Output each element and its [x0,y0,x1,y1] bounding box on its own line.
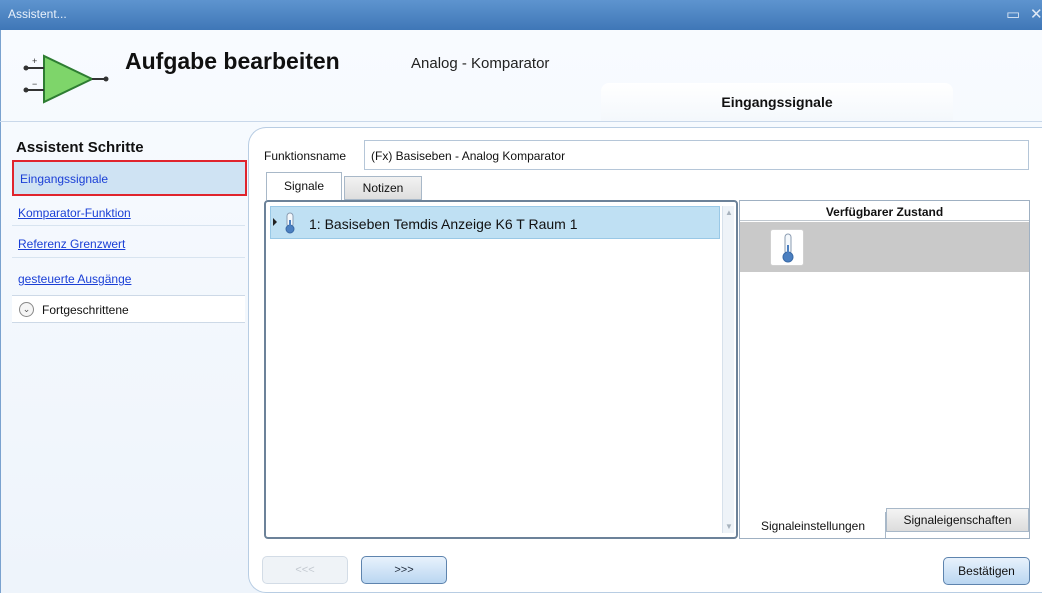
sidebar-item-eingangssignale[interactable]: Eingangssignale [12,160,247,196]
thermometer-icon [782,233,794,263]
confirm-button[interactable]: Bestätigen [943,557,1030,585]
scroll-up-icon[interactable]: ▲ [725,208,733,217]
close-icon[interactable]: ✕ [1030,7,1042,22]
tab-signale[interactable]: Signale [266,172,342,200]
tab-signaleigenschaften[interactable]: Signaleigenschaften [886,508,1029,532]
page-title: Aufgabe bearbeiten [125,48,340,74]
function-name-input[interactable]: (Fx) Basiseben - Analog Komparator [364,140,1029,170]
page-subtitle: Analog - Komparator [411,55,550,72]
sidebar-heading: Assistent Schritte [16,139,144,156]
list-item[interactable]: 1: Basiseben Temdis Anzeige K6 T Raum 1 [270,206,720,239]
tab-notizen[interactable]: Notizen [344,176,422,200]
available-state-panel: Verfügbarer Zustand [739,200,1030,539]
window-title: Assistent... [8,7,67,21]
sidebar-item-komparator-funktion[interactable]: Komparator-Funktion [18,206,131,220]
svg-text:+: + [32,56,37,66]
next-button[interactable]: >>> [361,556,447,584]
signal-list: 1: Basiseben Temdis Anzeige K6 T Raum 1 … [264,200,738,539]
sidebar-item-label[interactable]: Eingangssignale [20,172,108,186]
scroll-down-icon[interactable]: ▼ [725,522,733,531]
sidebar-separator [12,257,245,258]
thermometer-icon [285,212,295,234]
wizard-steps-sidebar: Assistent Schritte Eingangssignale Kompa… [0,122,247,593]
svg-text:−: − [32,79,37,89]
list-scrollbar[interactable]: ▲ ▼ [722,206,734,533]
chevron-down-icon[interactable]: ⌄ [19,302,34,317]
advanced-label: Fortgeschrittene [42,303,129,317]
state-row[interactable] [740,222,1029,272]
signal-name: 1: Basiseben Temdis Anzeige K6 T Raum 1 [309,216,578,232]
function-name-label: Funktionsname [264,149,347,163]
comparator-logo-icon: + − [23,54,109,104]
sidebar-item-referenz-grenzwert[interactable]: Referenz Grenzwert [18,237,125,251]
row-pointer-icon [273,218,277,226]
tab-signaleinstellungen[interactable]: Signaleinstellungen [741,512,886,538]
state-thermometer-button[interactable] [770,229,804,266]
sidebar-item-gesteuerte-ausgaenge[interactable]: gesteuerte Ausgänge [18,272,131,286]
sidebar-separator [12,225,245,226]
restore-icon[interactable]: ▭ [1006,7,1020,22]
available-state-header: Verfügbarer Zustand [740,201,1029,221]
advanced-expander[interactable]: ⌄ Fortgeschrittene [12,295,245,323]
window-titlebar: Assistent... ▭ ✕ [0,0,1042,30]
back-button[interactable]: <<< [262,556,348,584]
tab-eingangssignale[interactable]: Eingangssignale [601,83,953,121]
